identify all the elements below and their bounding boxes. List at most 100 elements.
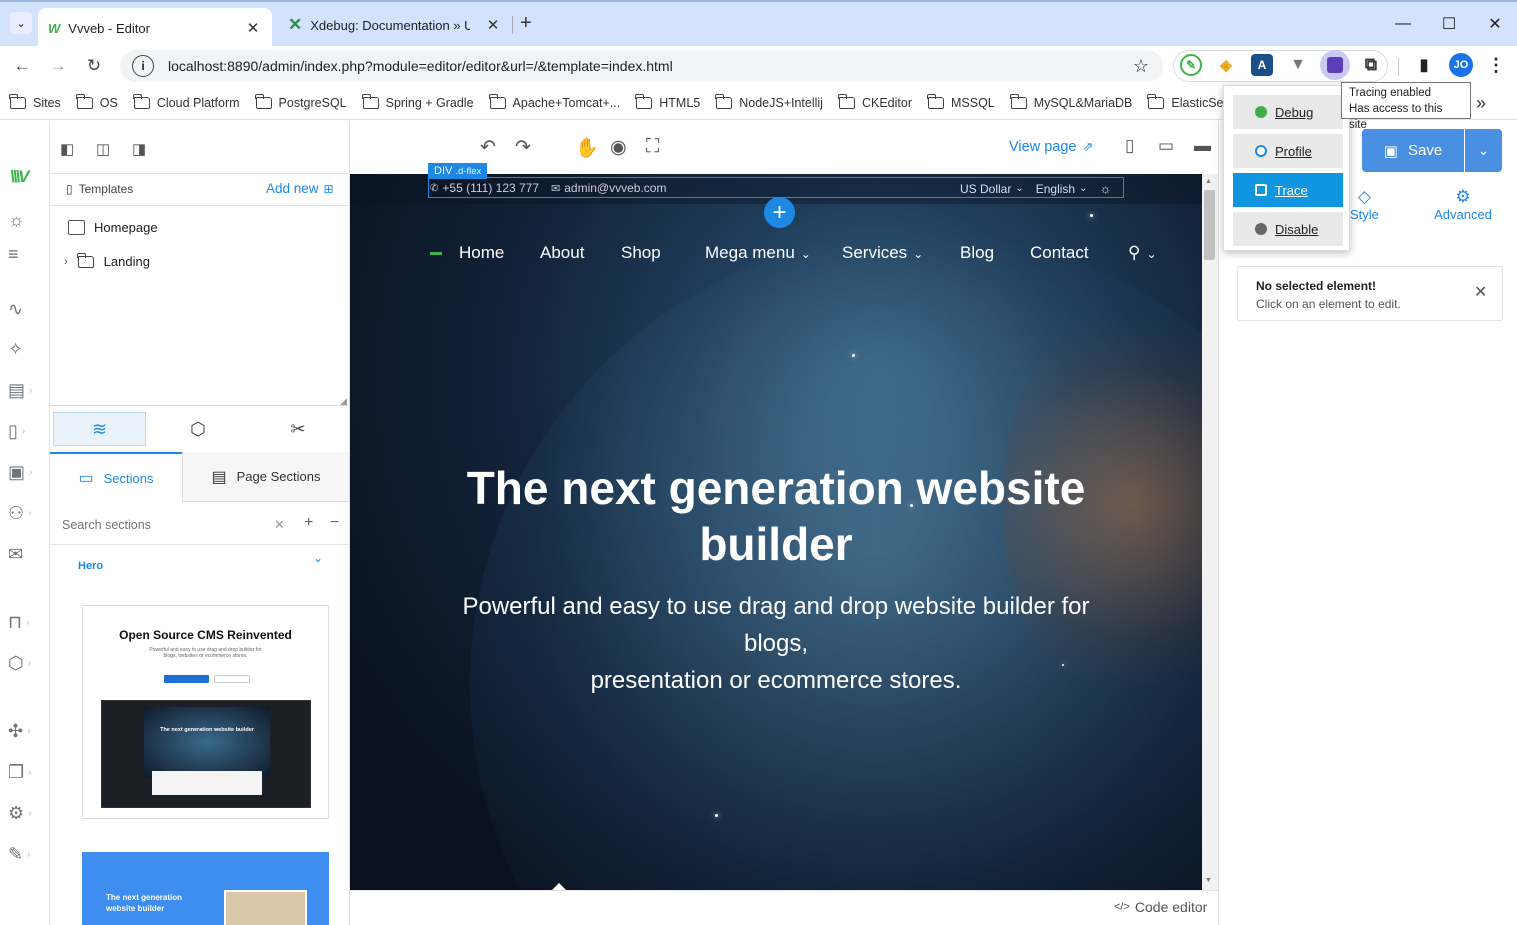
file-item-landing[interactable]: › Landing	[64, 252, 150, 269]
theme-sun-icon[interactable]: ☼	[1100, 181, 1112, 196]
menu-lines-icon[interactable]: ≡	[8, 239, 42, 269]
box-icon[interactable]: ⬡ ›	[8, 648, 42, 678]
magic-wand-icon[interactable]: ✧	[8, 334, 42, 364]
bookmark-folder[interactable]: Apache+Tomcat+...	[488, 93, 620, 110]
tab-close-icon[interactable]: ✕	[244, 19, 262, 37]
extension-1-icon[interactable]: ✎	[1180, 54, 1202, 76]
scroll-down-icon[interactable]: ▼	[1205, 877, 1212, 884]
bookmark-folder[interactable]: HTML5	[635, 93, 700, 110]
close-window-icon[interactable]: ✕	[1472, 10, 1517, 38]
plugins-icon[interactable]: ✣ ›	[8, 716, 42, 746]
expand-all-icon[interactable]: +	[304, 514, 313, 532]
save-dropdown-icon[interactable]: ⌄	[1465, 129, 1502, 172]
bookmark-folder[interactable]: ElasticSear	[1147, 93, 1235, 110]
file-item-homepage[interactable]: Homepage	[68, 220, 158, 235]
tab-page-sections[interactable]: ▤ Page Sections	[182, 452, 349, 502]
layers-icon[interactable]: ❐ ›	[8, 757, 42, 787]
redo-icon[interactable]: ↷	[515, 136, 531, 159]
fullscreen-icon[interactable]: ⛶	[646, 136, 659, 158]
tablet-view-icon[interactable]: ▭	[1158, 136, 1174, 156]
hand-pan-icon[interactable]: ✋	[575, 136, 599, 160]
bookmark-folder[interactable]: OS	[75, 93, 118, 110]
tab-search-button[interactable]: ⌄	[10, 12, 32, 34]
currency-select[interactable]: US Dollar	[960, 182, 1011, 196]
tab-advanced[interactable]: ⚙ Advanced	[1433, 187, 1493, 222]
section-preview-hero-1[interactable]: Open Source CMS Reinvented Powerful and …	[82, 605, 329, 819]
bookmark-star-icon[interactable]: ☆	[1133, 56, 1149, 77]
minimize-icon[interactable]: —	[1380, 10, 1426, 38]
bookmark-folder[interactable]: MySQL&MariaDB	[1009, 93, 1132, 110]
tools-tab-icon[interactable]: ✂	[250, 412, 346, 446]
bookmark-folder[interactable]: Sites	[9, 93, 61, 110]
extensions-puzzle-icon[interactable]: ⧉	[1360, 54, 1382, 76]
profile-avatar[interactable]: JO	[1449, 53, 1473, 77]
xdebug-helper-icon[interactable]	[1320, 50, 1350, 80]
selected-element-label[interactable]: DIV .d-flex	[428, 163, 488, 179]
view-page-link[interactable]: View page ⇗	[1009, 139, 1093, 155]
add-new-button[interactable]: Add new ⊞	[266, 181, 334, 196]
maximize-icon[interactable]: ☐	[1426, 10, 1472, 38]
sun-theme-icon[interactable]: ☼	[8, 205, 42, 235]
debug-button[interactable]: Debug	[1233, 95, 1343, 129]
nav-mega-menu[interactable]: Mega menu ⌄	[705, 243, 811, 263]
phone-text[interactable]: +55 (111) 123 777	[442, 181, 539, 195]
bookmark-folder[interactable]: PostgreSQL	[254, 93, 347, 110]
hero-subtitle[interactable]: Powerful and easy to use drag and drop w…	[350, 588, 1202, 699]
nav-contact[interactable]: Contact	[1030, 243, 1089, 263]
users-icon[interactable]: ⚇ ›	[8, 498, 42, 528]
clear-search-icon[interactable]: ✕	[274, 517, 285, 533]
layout-1-icon[interactable]: ◧	[60, 140, 74, 158]
canvas-scrollbar[interactable]: ▲ ▼	[1202, 174, 1218, 890]
settings-gear-icon[interactable]: ⚙ ›	[8, 798, 42, 828]
disable-button[interactable]: Disable	[1233, 212, 1343, 246]
user-account-icon[interactable]: ⚲ ⌄	[1128, 243, 1157, 263]
trace-button[interactable]: Trace	[1233, 173, 1343, 207]
search-sections-input[interactable]	[62, 513, 272, 537]
nav-blog[interactable]: Blog	[960, 243, 994, 263]
layout-2-icon[interactable]: ◫	[96, 140, 110, 158]
tab-vvveb-editor[interactable]: W Vvveb - Editor ✕	[38, 8, 272, 48]
email-text[interactable]: admin@vvveb.com	[564, 181, 666, 195]
side-panel-icon[interactable]: ▮	[1413, 54, 1435, 76]
chevron-down-icon[interactable]: ⌄	[313, 551, 323, 565]
nav-about[interactable]: About	[540, 243, 584, 263]
hero-title[interactable]: The next generation website builder	[350, 460, 1202, 572]
extension-3-icon[interactable]: A	[1251, 54, 1273, 76]
site-logo-icon[interactable]	[430, 252, 442, 255]
forward-icon[interactable]: →	[44, 52, 72, 80]
browser-menu-icon[interactable]: ⋮	[1485, 54, 1507, 76]
layers-tab-icon[interactable]: ≋	[53, 412, 146, 446]
components-tab-icon[interactable]: ⬡	[150, 412, 246, 446]
code-editor-button[interactable]: </> Code editor	[1114, 899, 1207, 915]
nav-home[interactable]: Home	[459, 243, 504, 263]
preview-eye-icon[interactable]: ◉	[610, 136, 627, 159]
pulse-icon[interactable]: ∿	[8, 294, 42, 324]
mail-icon[interactable]: ✉	[8, 539, 42, 569]
desktop-view-icon[interactable]: ▬	[1194, 136, 1211, 156]
layout-3-icon[interactable]: ◨	[132, 140, 146, 158]
save-button[interactable]: ▣ Save	[1362, 129, 1464, 172]
extension-4-icon[interactable]: ▼	[1287, 54, 1309, 76]
site-info-icon[interactable]: i	[132, 55, 154, 77]
scroll-up-icon[interactable]: ▲	[1205, 178, 1212, 185]
tools-wrench-icon[interactable]: ✎ ›	[8, 839, 42, 869]
nav-shop[interactable]: Shop	[621, 243, 661, 263]
mobile-view-icon[interactable]: ▯	[1125, 136, 1134, 156]
more-bookmarks-icon[interactable]: »	[1476, 93, 1486, 114]
vvveb-logo-icon[interactable]: \\\V	[10, 167, 29, 187]
images-icon[interactable]: ▣ ›	[8, 457, 42, 487]
add-section-button[interactable]: +	[764, 197, 795, 228]
tab-xdebug-docs[interactable]: ✕ Xdebug: Documentation » Upg ✕	[278, 8, 512, 42]
undo-icon[interactable]: ↶	[480, 136, 496, 159]
shopping-bag-icon[interactable]: ⊓ ›	[8, 607, 42, 637]
reload-icon[interactable]: ↻	[80, 52, 108, 80]
tab-close-icon[interactable]: ✕	[484, 16, 502, 34]
back-icon[interactable]: ←	[8, 52, 36, 80]
bookmark-folder[interactable]: MSSQL	[927, 93, 995, 110]
bookmark-folder[interactable]: Spring + Gradle	[361, 93, 474, 110]
bookmark-folder[interactable]: CKEditor	[837, 93, 912, 110]
group-title[interactable]: Hero	[78, 560, 103, 572]
address-bar[interactable]: i localhost:8890/admin/index.php?module=…	[120, 50, 1163, 82]
close-alert-icon[interactable]: ✕	[1474, 282, 1487, 302]
bookmark-folder[interactable]: NodeJS+Intellij	[715, 93, 823, 110]
